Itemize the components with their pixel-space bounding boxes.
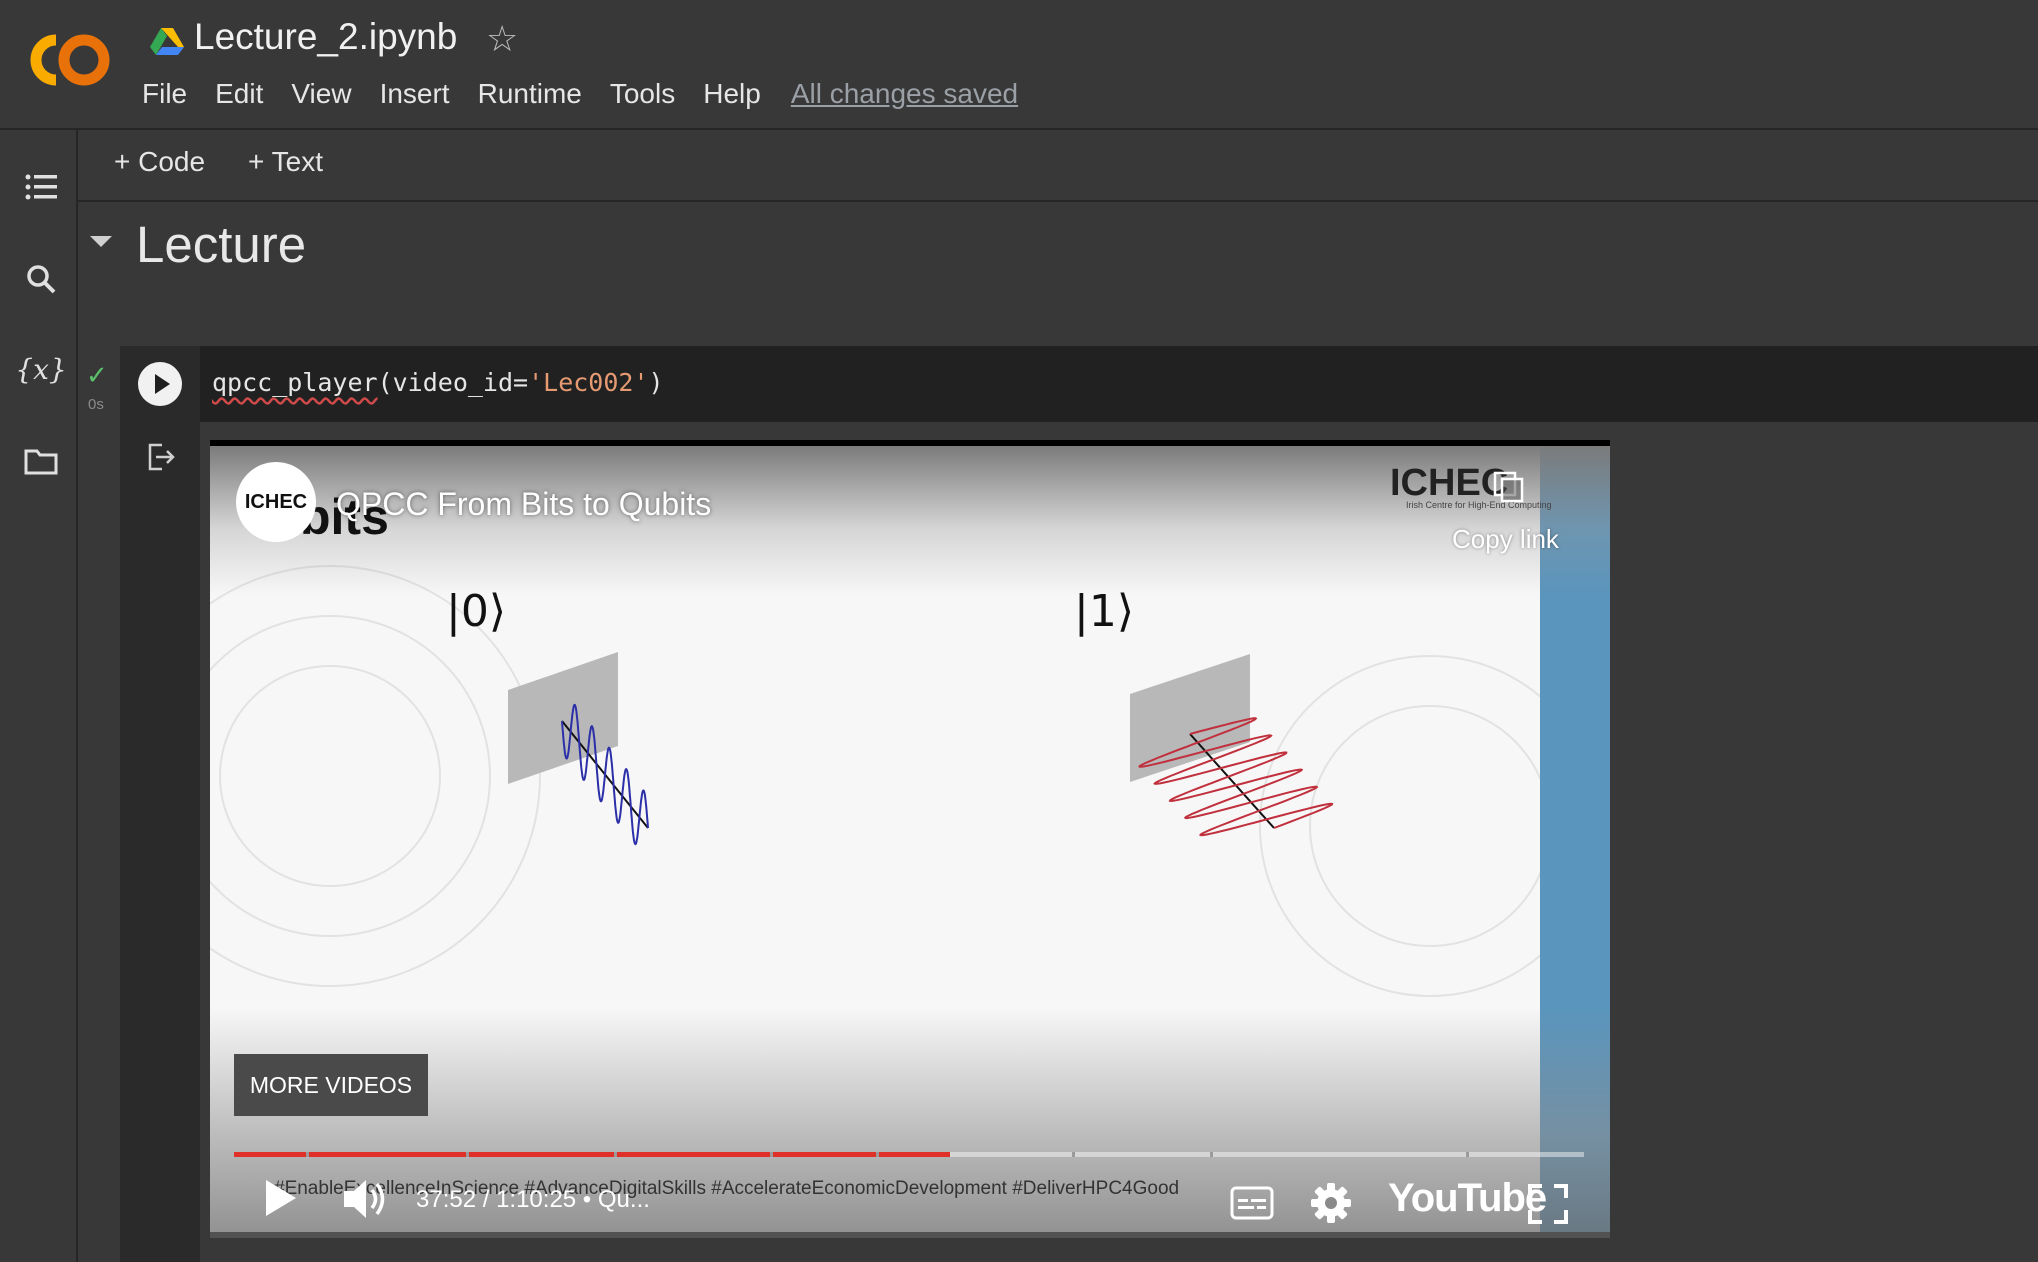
magnifier-icon [27, 265, 56, 294]
slide-brand-subtitle: Irish Centre for High-End Computing [1406, 500, 1552, 510]
checkmark-icon: ✓ [86, 360, 108, 390]
menu-bar: File Edit View Insert Runtime Tools Help… [142, 78, 1046, 110]
progress-bar[interactable] [234, 1152, 1584, 1157]
menu-runtime[interactable]: Runtime [478, 78, 582, 110]
video-hashtags: #EnableExcellenceInScience #AdvanceDigit… [274, 1178, 1180, 1199]
chapter-marker [876, 1152, 879, 1157]
code-function: qpcc_player [212, 368, 378, 397]
menu-file[interactable]: File [142, 78, 187, 110]
chapter-marker [466, 1152, 469, 1157]
slide-brand-logo: ICHEC [1390, 462, 1509, 504]
menu-tools[interactable]: Tools [610, 78, 675, 110]
subtitles-icon[interactable] [1230, 1186, 1274, 1220]
code-line[interactable]: qpcc_player(video_id='Lec002') [212, 368, 664, 397]
menu-edit[interactable]: Edit [215, 78, 263, 110]
output-actions-icon[interactable] [146, 442, 176, 472]
play-icon[interactable] [262, 1178, 298, 1218]
volume-icon[interactable] [342, 1178, 390, 1220]
fullscreen-icon[interactable] [1528, 1184, 1568, 1224]
youtube-logo[interactable]: YouTube [1388, 1176, 1547, 1221]
add-text-button[interactable]: + Text [248, 146, 323, 178]
section-collapse-caret[interactable] [90, 236, 112, 247]
save-status-link[interactable]: All changes saved [791, 78, 1018, 110]
files-icon[interactable] [22, 442, 60, 480]
copy-link-icon[interactable] [1492, 470, 1526, 504]
header-bar: Lecture_2.ipynb ☆ File Edit View Insert … [0, 0, 2038, 130]
menu-view[interactable]: View [291, 78, 351, 110]
folder-icon [24, 449, 58, 475]
list-icon [25, 174, 57, 200]
code-args: (video_id= [377, 368, 529, 397]
video-title[interactable]: QPCC From Bits to Qubits [336, 486, 711, 523]
chapter-marker [1466, 1152, 1469, 1157]
left-sidebar: {x} [0, 130, 78, 1262]
chapter-marker [1072, 1152, 1075, 1157]
menu-insert[interactable]: Insert [380, 78, 450, 110]
search-icon[interactable] [22, 260, 60, 298]
progress-bar-fill [234, 1152, 950, 1157]
menu-help[interactable]: Help [703, 78, 761, 110]
colab-logo[interactable] [26, 30, 116, 90]
more-videos-button[interactable]: MORE VIDEOS [234, 1054, 428, 1116]
copy-link-label[interactable]: Copy link [1452, 524, 1559, 555]
notebook-title[interactable]: Lecture_2.ipynb [194, 16, 457, 58]
time-display: 37:52 / 1:10:25 • Qu... [416, 1186, 650, 1213]
star-icon[interactable]: ☆ [486, 18, 518, 60]
chapter-marker [1210, 1152, 1213, 1157]
cell-gutter [120, 346, 200, 1262]
table-of-contents-icon[interactable] [22, 168, 60, 206]
google-drive-icon[interactable] [150, 26, 184, 56]
section-title: Lecture [136, 216, 307, 273]
code-string: 'Lec002' [528, 368, 649, 397]
chapter-marker [614, 1152, 617, 1157]
code-close: ) [648, 368, 664, 397]
time-text: 37:52 / 1:10:25 [416, 1186, 577, 1213]
variables-icon[interactable]: {x} [15, 350, 66, 388]
run-cell-button[interactable] [138, 362, 182, 406]
settings-gear-icon[interactable] [1310, 1182, 1352, 1224]
chapter-marker [306, 1152, 309, 1157]
channel-avatar[interactable]: ICHEC [236, 462, 316, 542]
horizontal-polarization-diagram [1130, 654, 1334, 837]
vertical-polarization-diagram [508, 652, 649, 846]
add-code-button[interactable]: + Code [114, 146, 205, 178]
chapter-title[interactable]: Qu... [598, 1186, 650, 1213]
notebook-toolbar: + Code + Text [78, 130, 2038, 202]
execution-time: 0s [88, 396, 104, 413]
chapter-marker [770, 1152, 773, 1157]
video-player[interactable]: |0⟩ |1⟩ bits ICHEC QPCC From Bits to Qub… [210, 440, 1610, 1238]
